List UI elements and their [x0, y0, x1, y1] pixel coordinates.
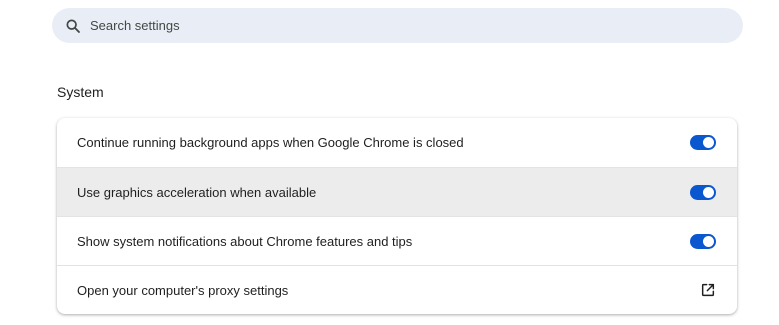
setting-row-background-apps[interactable]: Continue running background apps when Go… — [57, 118, 737, 167]
setting-label: Open your computer's proxy settings — [77, 282, 289, 298]
setting-row-graphics-acceleration[interactable]: Use graphics acceleration when available — [57, 167, 737, 216]
system-notifications-toggle[interactable] — [690, 233, 716, 249]
settings-page: System Continue running background apps … — [0, 0, 779, 325]
setting-label: Use graphics acceleration when available — [77, 184, 317, 200]
background-apps-toggle[interactable] — [690, 135, 716, 150]
graphics-acceleration-toggle[interactable] — [690, 184, 716, 200]
setting-row-proxy-settings[interactable]: Open your computer's proxy settings — [57, 265, 737, 314]
setting-row-system-notifications[interactable]: Show system notifications about Chrome f… — [57, 216, 737, 265]
toggle-knob — [703, 137, 714, 148]
toggle-knob — [703, 186, 714, 198]
setting-label: Show system notifications about Chrome f… — [77, 233, 413, 249]
search-bar[interactable] — [52, 8, 743, 43]
section-title: System — [57, 84, 104, 100]
open-in-new-icon[interactable] — [699, 281, 717, 299]
search-input[interactable] — [90, 10, 690, 41]
toggle-knob — [703, 235, 714, 247]
system-settings-card: Continue running background apps when Go… — [57, 118, 737, 314]
search-icon — [64, 17, 82, 35]
setting-label: Continue running background apps when Go… — [77, 135, 464, 150]
